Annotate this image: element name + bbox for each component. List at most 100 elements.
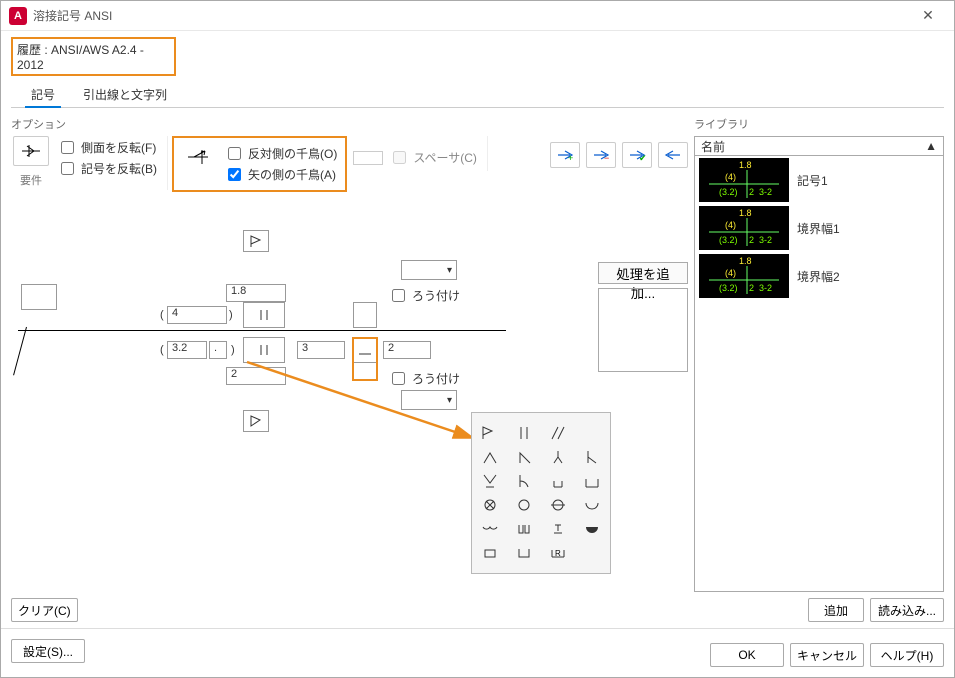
reference-line <box>66 330 506 331</box>
palette-parallel-icon[interactable] <box>512 423 536 443</box>
field-bot-c[interactable]: 2 <box>226 367 286 385</box>
field-num3[interactable]: 3 <box>297 341 345 359</box>
brazing-top-checkbox[interactable]: ろう付け <box>388 286 460 305</box>
svg-text:✔: ✔ <box>639 153 646 163</box>
divider <box>1 628 954 629</box>
revision-label: 履歴 : ANSI/AWS A2.4 - 2012 <box>11 37 176 76</box>
close-icon[interactable]: ✕ <box>910 7 946 24</box>
library-item-label: 境界幅1 <box>797 220 840 237</box>
palette-bevel-r-icon[interactable] <box>512 447 536 467</box>
process-listbox[interactable] <box>598 288 688 372</box>
library-item[interactable]: 1.8 (4) (3.2) 2 3-2 境界幅2 <box>695 252 943 300</box>
field-top[interactable]: 1.8 <box>226 284 286 302</box>
profile-bot-btn[interactable] <box>353 337 377 363</box>
tool-left-icon[interactable] <box>658 142 688 168</box>
palette-wbar-icon[interactable] <box>512 519 536 539</box>
svg-text:−: − <box>604 153 609 163</box>
palette-stud-icon[interactable] <box>546 519 570 539</box>
tool-add-icon[interactable]: + <box>550 142 580 168</box>
library-thumb: 1.8 (4) (3.2) 2 3-2 <box>699 158 789 202</box>
palette-bevel-l-icon[interactable] <box>580 447 604 467</box>
options-section-label: オプション <box>11 116 688 132</box>
symbol-canvas: 1.8 ( 4 ) ろう付け <box>11 192 688 622</box>
titlebar: A 溶接記号 ANSI ✕ <box>1 1 954 31</box>
flag-btn-bot[interactable] <box>243 410 269 432</box>
app-icon: A <box>9 7 27 25</box>
tab-bar: 記号 引出線と文字列 <box>11 82 944 108</box>
contour-top-btn[interactable] <box>243 302 285 328</box>
spacer-checkbox[interactable]: スペーサ(C) <box>389 148 477 167</box>
finish-dd-top[interactable]: ▾ <box>401 260 457 280</box>
palette-rect-icon[interactable] <box>478 543 502 563</box>
clear-button[interactable]: クリア(C) <box>11 598 78 622</box>
field-num2r[interactable]: 2 <box>383 341 431 359</box>
ok-button[interactable]: OK <box>710 643 784 667</box>
library-section-label: ライブラリ <box>694 116 944 132</box>
settings-button[interactable]: 設定(S)... <box>11 639 85 663</box>
main-columns: オプション 要件 側面を反転(F) 記号を反転(B) <box>11 116 944 622</box>
flip-symbol-checkbox[interactable]: 記号を反転(B) <box>57 159 157 178</box>
library-list[interactable]: 1.8 (4) (3.2) 2 3-2 記号1 1.8 (4) <box>694 156 944 592</box>
palette-j-l-icon[interactable] <box>512 471 536 491</box>
requirements-icon[interactable] <box>13 136 49 166</box>
tool-remove-icon[interactable]: − <box>586 142 616 168</box>
tool-check-icon[interactable]: ✔ <box>622 142 652 168</box>
library-add-button[interactable]: 追加 <box>808 598 864 622</box>
footer-buttons: OK キャンセル ヘルプ(H) <box>710 635 944 667</box>
palette-flag-icon[interactable] <box>478 423 502 443</box>
window-title: 溶接記号 ANSI <box>33 7 910 24</box>
help-button[interactable]: ヘルプ(H) <box>870 643 944 667</box>
library-item-label: 記号1 <box>797 172 828 189</box>
library-thumb: 1.8 (4) (3.2) 2 3-2 <box>699 206 789 250</box>
stagger-group: 反対側の千鳥(O) 矢の側の千鳥(A) <box>172 136 347 192</box>
svg-text:R: R <box>555 549 561 558</box>
field-left-blank[interactable] <box>21 284 57 310</box>
dialog-window: A 溶接記号 ANSI ✕ 履歴 : ANSI/AWS A2.4 - 2012 … <box>0 0 955 678</box>
palette-u-icon[interactable] <box>546 471 570 491</box>
brazing-bot-checkbox[interactable]: ろう付け <box>388 369 460 388</box>
palette-circlebar-icon[interactable] <box>546 495 570 515</box>
palette-halfcircle-icon[interactable] <box>580 495 604 515</box>
palette-halfcircle-fill-icon[interactable] <box>580 519 604 539</box>
svg-text:+: + <box>568 153 573 163</box>
library-item-label: 境界幅2 <box>797 268 840 285</box>
field-mid-left[interactable]: 4 <box>167 306 227 324</box>
palette-caret-icon[interactable] <box>478 447 502 467</box>
library-item[interactable]: 1.8 (4) (3.2) 2 3-2 境界幅1 <box>695 204 943 252</box>
palette-xcircle-icon[interactable] <box>478 495 502 515</box>
palette-circle-icon[interactable] <box>512 495 536 515</box>
tab-leader[interactable]: 引出線と文字列 <box>81 82 169 107</box>
contour-bot-btn[interactable] <box>243 337 285 363</box>
leader-line-a <box>13 327 27 376</box>
stagger-arrow-checkbox[interactable]: 矢の側の千鳥(A) <box>224 165 337 184</box>
palette-r-box-icon[interactable]: R <box>546 543 570 563</box>
library-item[interactable]: 1.8 (4) (3.2) 2 3-2 記号1 <box>695 156 943 204</box>
palette-vopen-icon[interactable] <box>478 471 502 491</box>
field-bot-left[interactable]: 3.2 <box>167 341 207 359</box>
client-area: 履歴 : ANSI/AWS A2.4 - 2012 記号 引出線と文字列 オプシ… <box>1 31 954 677</box>
spacer-icon <box>353 151 383 165</box>
tab-symbol[interactable]: 記号 <box>29 82 57 107</box>
options-row: 要件 側面を反転(F) 記号を反転(B) 反対側の千鳥(O) <box>11 136 688 192</box>
stagger-icon[interactable] <box>180 142 216 172</box>
cancel-button[interactable]: キャンセル <box>790 643 864 667</box>
library-header[interactable]: 名前 ▲ <box>694 136 944 156</box>
sort-icon[interactable]: ▲ <box>925 139 937 153</box>
add-process-button[interactable]: 処理を追加... <box>598 262 688 284</box>
flag-btn[interactable] <box>243 230 269 252</box>
finish-dd-bot[interactable]: ▾ <box>401 390 457 410</box>
requirements-label: 要件 <box>13 172 49 188</box>
palette-sq-icon[interactable] <box>580 471 604 491</box>
library-load-button[interactable]: 読み込み... <box>870 598 944 622</box>
field-bot-dot[interactable]: . <box>209 341 227 359</box>
palette-doublearc-icon[interactable] <box>478 519 502 539</box>
profile-top-btn[interactable] <box>353 302 377 328</box>
symbol-palette: R <box>471 412 611 574</box>
stagger-other-checkbox[interactable]: 反対側の千鳥(O) <box>224 144 337 163</box>
symbol-tool-buttons: + − ✔ <box>550 136 688 168</box>
palette-y-icon[interactable] <box>546 447 570 467</box>
flip-side-checkbox[interactable]: 側面を反転(F) <box>57 138 157 157</box>
palette-openu-icon[interactable] <box>512 543 536 563</box>
left-pane: オプション 要件 側面を反転(F) 記号を反転(B) <box>11 116 688 622</box>
palette-slash-icon[interactable] <box>546 423 570 443</box>
